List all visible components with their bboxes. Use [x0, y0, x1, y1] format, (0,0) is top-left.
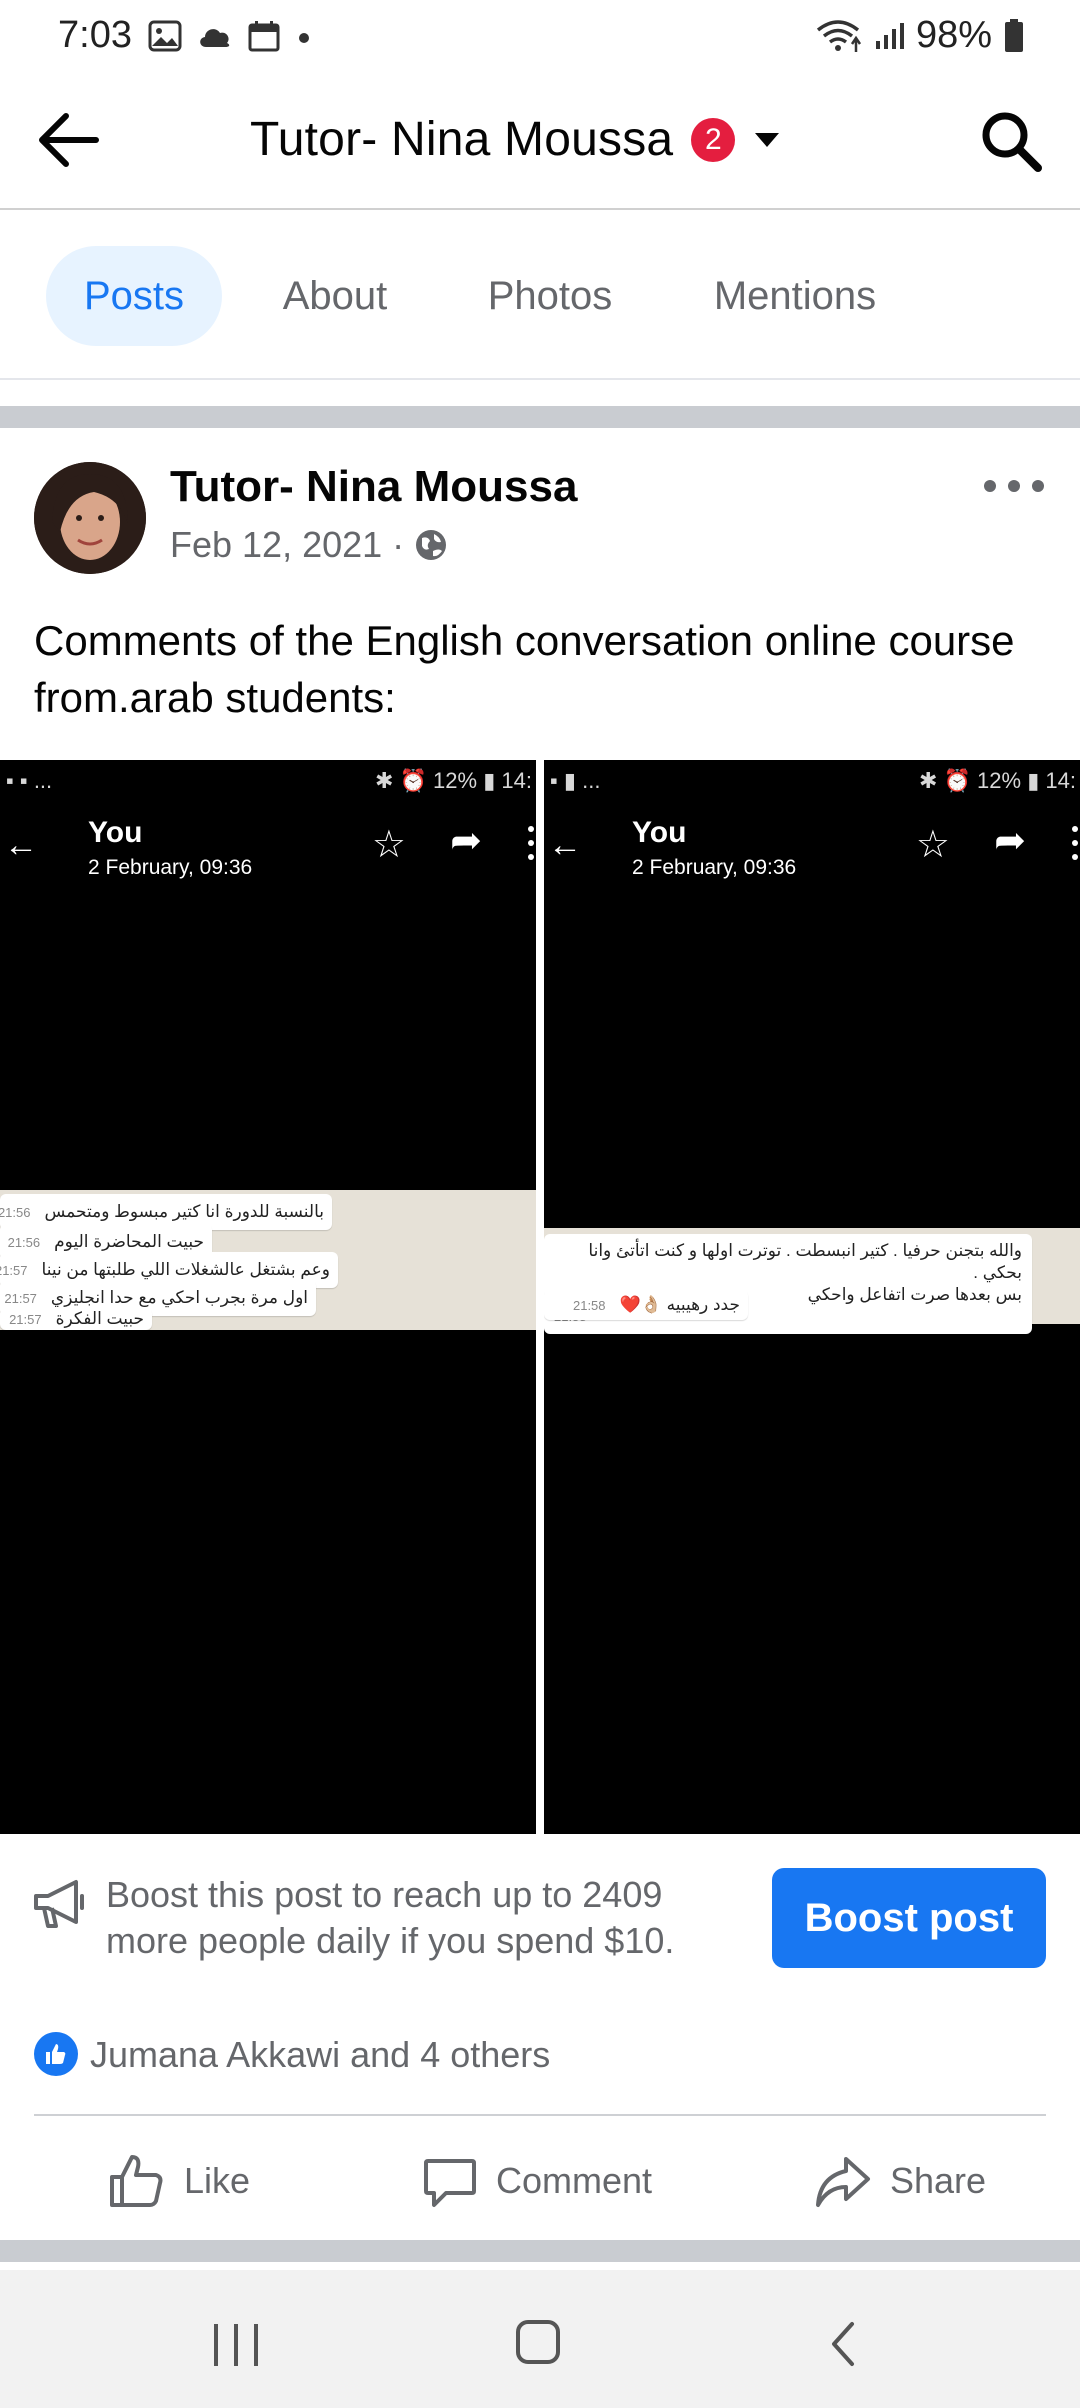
- screenshot-header: ← You 2 February, 09:36 ☆ ➦: [544, 804, 1080, 904]
- back-arrow-icon[interactable]: [34, 108, 104, 172]
- globe-icon: [416, 530, 447, 560]
- section-divider: [0, 2240, 1080, 2262]
- profile-tabs: Posts About Photos Mentions: [0, 212, 1080, 380]
- nav-back-icon[interactable]: [822, 2320, 866, 2368]
- divider: [34, 2114, 1046, 2116]
- notification-icons: [148, 20, 314, 52]
- chat-strip: بالنسبة للدورة انا كتير مبسوط ومتحمس 21:5…: [0, 1190, 536, 1330]
- screenshot-status-left: ▪ ▮ ...: [550, 768, 601, 793]
- thumbs-up-icon: [110, 2155, 163, 2207]
- home-icon[interactable]: [516, 2320, 560, 2364]
- screenshot-back-icon: ←: [548, 826, 582, 864]
- status-right: 98%: [814, 14, 1024, 57]
- share-label: Share: [890, 2160, 987, 2201]
- page-title: Tutor- Nina Moussa: [250, 113, 674, 166]
- system-nav-bar: [0, 2270, 1080, 2408]
- screenshot-sender: You: [632, 816, 687, 849]
- post-image-2[interactable]: ▪ ▮ ... ✱ ⏰ 12% ▮ 14: ← You 2 February, …: [544, 760, 1080, 1834]
- like-reaction-icon: [34, 2032, 78, 2076]
- screenshot-status-bar: ▪ ▮ ... ✱ ⏰ 12% ▮ 14:: [544, 760, 1080, 800]
- battery-icon: [1005, 18, 1023, 52]
- kebab-icon: [1072, 826, 1080, 860]
- dot-icon: [299, 33, 309, 43]
- status-bar: 7:03 98%: [0, 0, 1080, 72]
- comment-button[interactable]: Comment: [422, 2146, 652, 2216]
- chevron-down-icon: [755, 132, 780, 147]
- post-text: Comments of the English conversation onl…: [34, 617, 1015, 721]
- chat-bubble: حبيت الفكرة 21:57: [0, 1308, 152, 1330]
- tab-photos[interactable]: Photos: [470, 246, 630, 346]
- recents-icon[interactable]: [214, 2324, 258, 2366]
- screenshot-status-right: ✱ ⏰ 12% ▮ 14:: [375, 768, 532, 793]
- share-arrow-icon: [816, 2157, 870, 2207]
- tab-about[interactable]: About: [262, 246, 408, 346]
- wifi-icon: [816, 19, 861, 52]
- screenshot-timestamp: 2 February, 09:36: [88, 856, 253, 879]
- post-meta: Feb 12, 2021 ·: [170, 524, 448, 566]
- avatar[interactable]: [34, 462, 146, 574]
- signal-icon: [875, 22, 904, 49]
- share-button[interactable]: Share: [814, 2146, 986, 2216]
- battery-percent: 98%: [915, 14, 992, 56]
- cloud-icon: [200, 29, 230, 47]
- section-divider: [0, 406, 1080, 428]
- star-icon: ☆: [915, 824, 950, 866]
- tab-mentions[interactable]: Mentions: [690, 246, 900, 346]
- screenshot-timestamp: 2 February, 09:36: [632, 856, 797, 879]
- page-header: Tutor- Nina Moussa 2: [0, 72, 1080, 210]
- screenshot-status-left: ▪ ▪ ...: [6, 768, 53, 793]
- avatar-photo: [34, 462, 146, 574]
- boost-description: Boost this post to reach up to 2409 more…: [106, 1874, 675, 1961]
- forward-icon: ➦: [450, 820, 482, 862]
- tab-posts[interactable]: Posts: [46, 246, 222, 346]
- chat-bubble: جدد رهيبيه 👌🏼❤️ 21:58: [544, 1290, 748, 1320]
- post-image-1[interactable]: ▪ ▪ ... ✱ ⏰ 12% ▮ 14: ← You 2 February, …: [0, 760, 536, 1834]
- boost-post-button[interactable]: Boost post: [772, 1868, 1046, 1968]
- screenshot-status-right: ✱ ⏰ 12% ▮ 14:: [919, 768, 1076, 793]
- page-switcher[interactable]: Tutor- Nina Moussa 2: [250, 112, 780, 167]
- screenshot-back-icon: ←: [4, 826, 38, 864]
- screenshot-sender: You: [88, 816, 143, 849]
- reactions-summary[interactable]: Jumana Akkawi and 4 others: [90, 2034, 550, 2076]
- post-author[interactable]: Tutor- Nina Moussa: [170, 462, 577, 512]
- star-icon: ☆: [371, 824, 406, 866]
- kebab-icon: [528, 826, 536, 860]
- like-label: Like: [184, 2160, 251, 2201]
- comment-icon: [424, 2159, 476, 2207]
- chat-strip: والله بتجنن حرفيا . كتير انبسطت . توترت …: [544, 1228, 1080, 1334]
- gallery-icon: [148, 20, 182, 52]
- calendar-icon: [248, 21, 280, 52]
- comment-label: Comment: [496, 2160, 653, 2201]
- more-options-icon[interactable]: [984, 466, 1044, 506]
- like-button[interactable]: Like: [108, 2146, 250, 2216]
- status-time: 7:03: [58, 14, 132, 56]
- post-date[interactable]: Feb 12, 2021 ·: [170, 524, 404, 566]
- screenshot-header: ← You 2 February, 09:36 ☆ ➦: [0, 804, 536, 904]
- forward-icon: ➦: [994, 820, 1026, 862]
- search-icon[interactable]: [978, 108, 1044, 174]
- screenshot-status-bar: ▪ ▪ ... ✱ ⏰ 12% ▮ 14:: [0, 760, 536, 800]
- megaphone-icon: [34, 1880, 84, 1928]
- notification-badge: 2: [691, 117, 736, 162]
